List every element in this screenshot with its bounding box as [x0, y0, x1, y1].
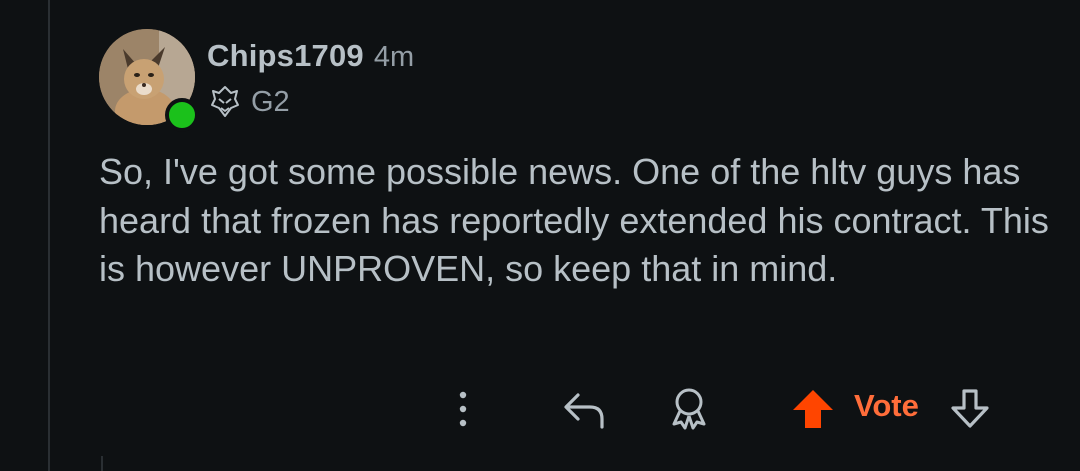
- award-icon: [667, 386, 711, 432]
- upvote-arrow-icon: [790, 387, 836, 431]
- upvote-button[interactable]: [785, 382, 841, 436]
- thread-line[interactable]: [48, 0, 50, 471]
- award-button[interactable]: [662, 382, 716, 436]
- comment-screen: Chips1709 4m G2 So, I've got some possib…: [0, 0, 1080, 471]
- user-avatar[interactable]: [99, 29, 199, 132]
- reply-button[interactable]: [558, 382, 612, 436]
- online-status-indicator: [165, 98, 199, 132]
- more-options-button[interactable]: [448, 382, 478, 436]
- child-thread-line[interactable]: [101, 456, 103, 471]
- timestamp: 4m: [373, 41, 415, 73]
- username[interactable]: Chips1709: [207, 38, 364, 74]
- comment-actions: Vote: [440, 382, 1040, 436]
- comment-header: Chips1709 4m: [207, 38, 414, 74]
- g2-esports-logo-icon: [207, 84, 243, 120]
- reply-arrow-icon: [562, 389, 608, 429]
- downvote-button[interactable]: [942, 382, 998, 436]
- flair-text: G2: [251, 85, 290, 118]
- comment-body: So, I've got some possible news. One of …: [99, 151, 1049, 289]
- vote-label: Vote: [854, 388, 919, 423]
- user-flair: G2: [207, 84, 290, 120]
- downvote-arrow-icon: [947, 387, 993, 431]
- more-vertical-icon: [455, 389, 471, 429]
